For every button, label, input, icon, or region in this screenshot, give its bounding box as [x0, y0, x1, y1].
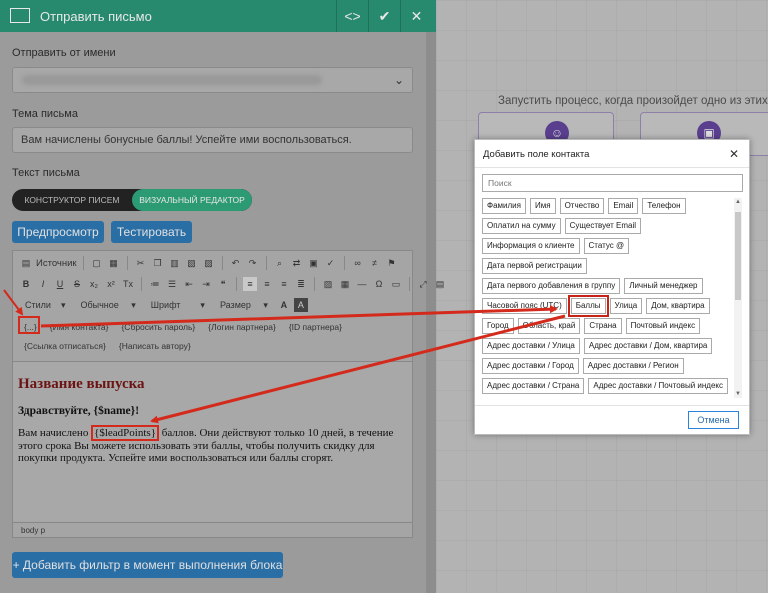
arrow-to-placeholder	[3, 289, 24, 316]
arrow-placeholder-to-dialog	[40, 305, 558, 328]
annotation-arrows	[3, 289, 566, 424]
arrow-dialog-to-variable	[150, 314, 566, 424]
